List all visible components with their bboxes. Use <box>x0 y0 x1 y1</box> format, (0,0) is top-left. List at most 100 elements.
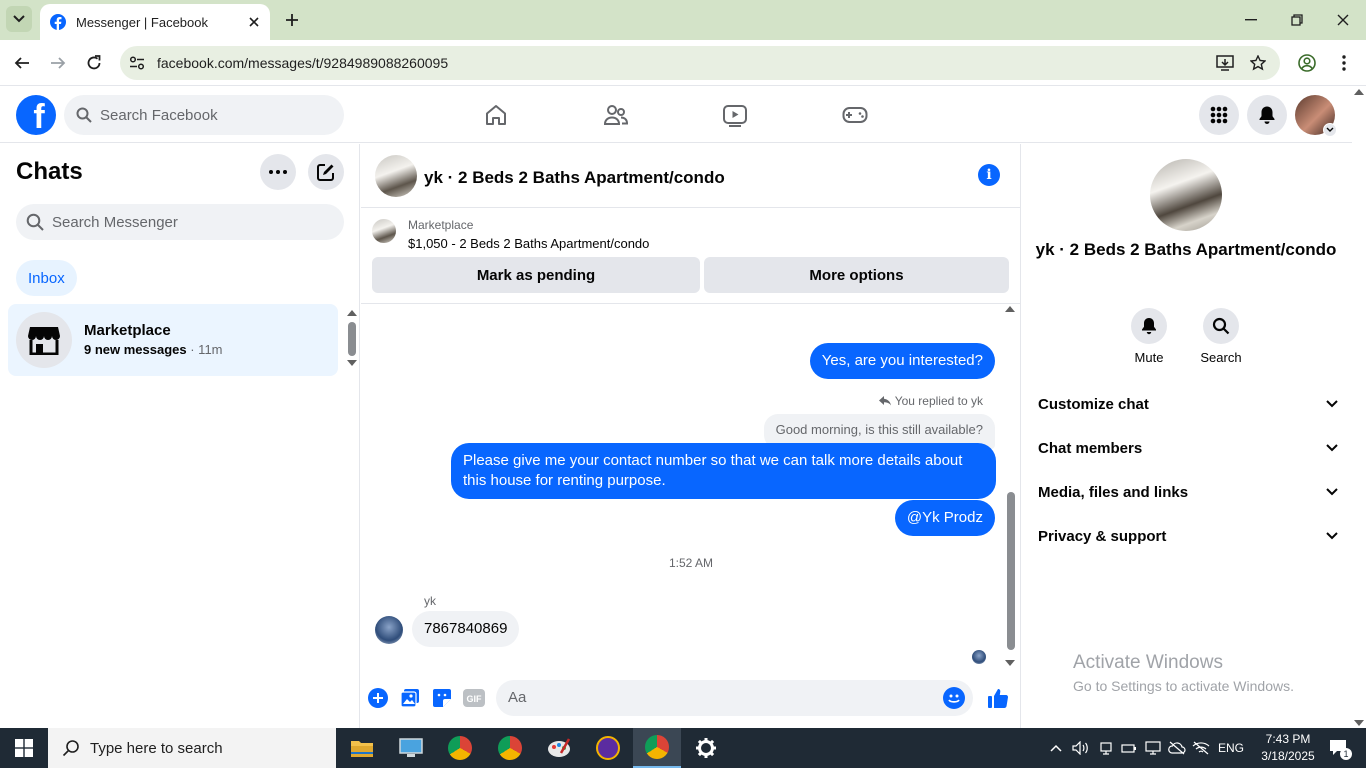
section-label: Media, files and links <box>1038 483 1189 501</box>
conversation-avatar[interactable] <box>375 155 417 197</box>
new-message-button[interactable] <box>308 154 344 190</box>
tab-search-button[interactable] <box>6 6 32 32</box>
more-actions-button[interactable] <box>367 687 389 709</box>
bell-icon <box>1259 106 1275 124</box>
battery-icon[interactable] <box>1118 728 1140 768</box>
file-explorer-app[interactable] <box>338 728 386 768</box>
chat-name: Marketplace <box>84 322 171 339</box>
inbox-filter-tab[interactable]: Inbox <box>16 260 77 296</box>
back-button[interactable] <box>7 48 37 78</box>
nav-friends[interactable] <box>596 99 636 131</box>
bookmark-star-icon[interactable] <box>1248 53 1268 73</box>
minimize-button[interactable] <box>1228 0 1274 40</box>
cloud-off-icon[interactable] <box>1166 728 1188 768</box>
gaming-icon <box>842 107 868 123</box>
language-indicator[interactable]: ENG <box>1214 728 1248 768</box>
profile-button[interactable] <box>1292 48 1322 78</box>
settings-app[interactable] <box>682 728 730 768</box>
nav-gaming[interactable] <box>835 99 875 131</box>
tab-close-icon[interactable] <box>244 12 264 32</box>
svg-text:GIF: GIF <box>467 694 483 704</box>
account-avatar[interactable] <box>1295 95 1337 137</box>
start-button[interactable] <box>0 728 48 768</box>
mute-action[interactable]: Mute <box>1119 308 1179 365</box>
sticker-button[interactable] <box>431 687 453 709</box>
facebook-search-input[interactable]: Search Facebook <box>64 95 344 135</box>
conversation-title[interactable]: yk · 2 Beds 2 Baths Apartment/condo <box>424 168 725 188</box>
wifi-off-icon[interactable] <box>1190 728 1212 768</box>
conversation-header: yk · 2 Beds 2 Baths Apartment/condo i <box>361 144 1021 208</box>
nav-home[interactable] <box>476 99 516 131</box>
scroll-up-icon[interactable] <box>1005 306 1015 312</box>
thread-scrollbar[interactable] <box>1005 304 1017 668</box>
close-window-button[interactable] <box>1320 0 1366 40</box>
scrollbar-thumb[interactable] <box>348 322 356 356</box>
network-icon[interactable] <box>1095 728 1117 768</box>
scroll-down-icon[interactable] <box>347 360 357 366</box>
display-icon[interactable] <box>1142 728 1164 768</box>
scroll-up-icon[interactable] <box>347 310 357 316</box>
chrome-profile-1-app[interactable] <box>436 728 484 768</box>
scrollbar-thumb[interactable] <box>1007 492 1015 650</box>
tray-overflow-icon[interactable] <box>1046 728 1066 768</box>
scroll-up-icon[interactable] <box>1354 89 1364 95</box>
new-tab-button[interactable] <box>280 8 304 32</box>
search-action[interactable]: Search <box>1191 308 1251 365</box>
media-files-links-section[interactable]: Media, files and links <box>1038 470 1338 514</box>
volume-icon[interactable] <box>1070 728 1092 768</box>
incoming-message[interactable]: 7867840869 <box>412 611 520 647</box>
search-icon <box>26 213 44 231</box>
chrome-profile-2-app[interactable] <box>486 728 534 768</box>
message-input[interactable]: Aa <box>496 680 973 716</box>
paint-app[interactable] <box>535 728 583 768</box>
scroll-down-icon[interactable] <box>1005 660 1015 666</box>
outgoing-message[interactable]: Yes, are you interested? <box>809 343 995 379</box>
outgoing-message-mention[interactable]: @Yk Prodz <box>894 500 995 536</box>
taskbar-search-input[interactable]: Type here to search <box>48 728 336 768</box>
messenger-search-input[interactable]: Search Messenger <box>16 204 344 240</box>
browser-tab-messenger[interactable]: Messenger | Facebook <box>40 4 270 40</box>
info-icon[interactable]: i <box>978 164 1000 186</box>
more-options-button[interactable]: More options <box>704 257 1009 293</box>
conversation-info-avatar[interactable] <box>1150 159 1222 231</box>
browser-menu-button[interactable] <box>1329 48 1359 78</box>
chrome-active-app[interactable] <box>633 728 681 768</box>
search-in-conversation-button[interactable] <box>1203 308 1239 344</box>
notifications-button[interactable] <box>1247 95 1287 135</box>
mute-button[interactable] <box>1131 308 1167 344</box>
url-text: facebook.com/messages/t/9284989088260095 <box>157 55 449 71</box>
mark-as-pending-button[interactable]: Mark as pending <box>372 257 700 293</box>
customize-chat-section[interactable]: Customize chat <box>1038 382 1338 426</box>
chat-list-scrollbar[interactable] <box>347 308 357 368</box>
facebook-logo[interactable]: f <box>16 95 56 135</box>
like-button[interactable] <box>987 687 1009 709</box>
notifications-center-button[interactable]: 1 <box>1324 728 1354 768</box>
install-app-icon[interactable] <box>1215 53 1235 73</box>
listing-title[interactable]: $1,050 - 2 Beds 2 Baths Apartment/condo <box>408 236 649 251</box>
page-scrollbar[interactable] <box>1352 87 1366 728</box>
reload-button[interactable] <box>79 48 109 78</box>
taskbar-clock[interactable]: 7:43 PM 3/18/2025 <box>1252 731 1324 765</box>
gear-icon <box>696 738 716 758</box>
chat-members-section[interactable]: Chat members <box>1038 426 1338 470</box>
seen-indicator-avatar <box>972 650 986 664</box>
sender-avatar[interactable] <box>375 616 403 644</box>
url-omnibox[interactable]: facebook.com/messages/t/9284989088260095 <box>120 46 1280 80</box>
nav-video[interactable] <box>715 99 755 131</box>
listing-thumbnail[interactable] <box>372 219 396 243</box>
menu-button[interactable] <box>1199 95 1239 135</box>
attach-photo-button[interactable] <box>399 687 421 709</box>
forward-button[interactable] <box>43 48 73 78</box>
scroll-down-icon[interactable] <box>1354 720 1364 726</box>
section-label: Chat members <box>1038 439 1143 457</box>
chats-options-button[interactable] <box>260 154 296 190</box>
gif-button[interactable]: GIF <box>463 687 485 709</box>
privacy-support-section[interactable]: Privacy & support <box>1038 514 1338 558</box>
outgoing-message[interactable]: Please give me your contact number so th… <box>451 443 996 499</box>
site-info-icon[interactable] <box>127 53 147 73</box>
chat-list-item-marketplace[interactable]: Marketplace 9 new messages · 11m <box>8 304 338 376</box>
iptv-app[interactable] <box>584 728 632 768</box>
restore-button[interactable] <box>1274 0 1320 40</box>
emoji-icon[interactable] <box>943 687 965 709</box>
computer-app[interactable] <box>387 728 435 768</box>
